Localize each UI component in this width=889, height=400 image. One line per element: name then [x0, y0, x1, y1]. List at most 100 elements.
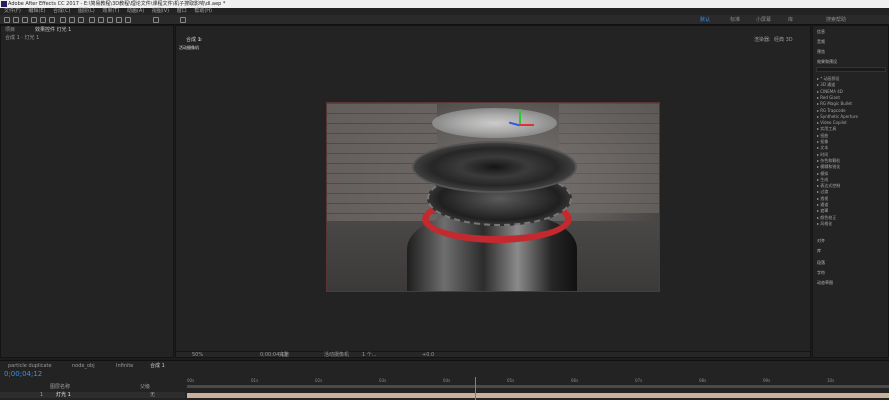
workspace-library[interactable]: 库 — [788, 17, 793, 23]
effect-category-item[interactable]: ▸ 抠像 — [817, 139, 828, 144]
workspace-standard[interactable]: 标准 — [730, 17, 740, 23]
work-area-bar[interactable] — [187, 385, 889, 388]
column-layer-name: 图层名称 — [50, 384, 71, 390]
puppet-tool-icon[interactable] — [125, 17, 131, 23]
section-effects-presets[interactable]: 效果和预设 — [817, 59, 837, 64]
ruler-tick-label: 04s — [443, 378, 451, 383]
type-tool-icon[interactable] — [78, 17, 84, 23]
effect-category-item[interactable]: ▸ 颜色校正 — [817, 215, 836, 220]
effect-category-item[interactable]: ▸ 通道 — [817, 202, 828, 207]
effect-category-item[interactable]: ▸ 生成 — [817, 177, 828, 182]
gizmo-y-axis[interactable] — [519, 109, 521, 125]
timeline-tab-particle[interactable]: particle duplicate — [8, 363, 52, 369]
effect-category-item[interactable]: ▸ Red Giant — [817, 95, 840, 100]
effect-category-item[interactable]: ▸ Synthetic Aperture — [817, 114, 858, 119]
effect-category-item[interactable]: ▸ 遮罩 — [817, 208, 828, 213]
workspace-default[interactable]: 默认 — [700, 17, 710, 23]
timeline-tab-infinite[interactable]: Infinite — [116, 363, 133, 369]
resolution-dropdown[interactable]: 完整 — [279, 352, 289, 358]
layer-row[interactable]: 1 灯光 1 无 — [0, 392, 185, 398]
effect-category-item[interactable]: ▸ RG Magic Bullet — [817, 101, 852, 106]
menu-edit[interactable]: 编辑(E) — [28, 8, 45, 14]
effect-category-item[interactable]: ▸ 风格化 — [817, 221, 832, 226]
selection-tool-icon[interactable] — [4, 17, 10, 23]
section-preview[interactable]: 预览 — [817, 49, 825, 54]
layer-column-header: 图层名称 父级 — [0, 384, 185, 390]
section-info[interactable]: 信息 — [817, 29, 825, 34]
ruler-tick-label: 10s — [827, 378, 835, 383]
menu-view[interactable]: 视图(V) — [152, 8, 169, 14]
active-camera-label: 活动摄像机 — [179, 45, 199, 50]
exposure-value[interactable]: +0.0 — [422, 352, 434, 358]
tab-effect-controls[interactable]: 效果控件 灯光 1 — [35, 27, 71, 33]
panel-paragraph[interactable]: 段落 — [817, 260, 825, 265]
ruler-tick-label: 00s — [187, 378, 195, 383]
timeline-tab-comp[interactable]: 合成 1 — [150, 363, 165, 369]
menu-window[interactable]: 窗口 — [177, 8, 187, 14]
menu-file[interactable]: 文件(F) — [4, 8, 21, 14]
gizmo-x-axis[interactable] — [520, 124, 534, 126]
search-help-input[interactable]: 搜索帮助 — [826, 17, 846, 23]
renderer-value[interactable]: 经典 3D — [774, 37, 793, 43]
layer-duration-bar[interactable] — [187, 393, 889, 398]
viewer-tab-menu[interactable]: ≡ — [198, 37, 202, 43]
ruler-tick-label: 01s — [251, 378, 259, 383]
effect-category-item[interactable]: ▸ 文本 — [817, 145, 828, 150]
light-disc — [432, 108, 557, 138]
snapping-icon[interactable] — [153, 17, 159, 23]
effect-category-item[interactable]: ▸ 模糊和锐化 — [817, 164, 840, 169]
views-dropdown[interactable]: 1 个... — [362, 352, 377, 358]
camera-dropdown[interactable]: 活动摄像机 — [324, 352, 349, 358]
project-panel: 项目 效果控件 灯光 1 合成 1 · 灯光 1 — [0, 25, 174, 358]
workspace-small-screen[interactable]: 小屏幕 — [756, 17, 771, 23]
effect-category-item[interactable]: ▸ 过渡 — [817, 189, 828, 194]
layer-name[interactable]: 灯光 1 — [56, 392, 71, 398]
menu-effect[interactable]: 效果(T) — [102, 8, 119, 14]
menu-animation[interactable]: 动画(A) — [127, 8, 144, 14]
ruler-tick-label: 02s — [315, 378, 323, 383]
effect-category-item[interactable]: ▸ 时间 — [817, 152, 828, 157]
brush-tool-icon[interactable] — [89, 17, 95, 23]
effects-search-input[interactable] — [816, 67, 886, 72]
zoom-dropdown[interactable]: 50% — [192, 352, 203, 358]
brick-wall-right — [559, 103, 659, 213]
pan-behind-tool-icon[interactable] — [49, 17, 55, 23]
layer-parent[interactable]: 无 — [150, 392, 155, 398]
menu-help[interactable]: 帮助(H) — [194, 8, 212, 14]
panel-library[interactable]: 库 — [817, 248, 821, 253]
effect-category-item[interactable]: ▸ 扭曲 — [817, 133, 828, 138]
section-audio[interactable]: 音频 — [817, 39, 825, 44]
pen-tool-icon[interactable] — [69, 17, 75, 23]
ruler-tick-label: 07s — [635, 378, 643, 383]
shape-tool-icon[interactable] — [60, 17, 66, 23]
playhead[interactable] — [475, 377, 476, 400]
effect-category-item[interactable]: ▸ 3D 通道 — [817, 82, 835, 87]
local-axis-icon[interactable] — [180, 17, 186, 23]
panel-character[interactable]: 字符 — [817, 270, 825, 275]
effect-category-item[interactable]: ▸ 实用工具 — [817, 126, 836, 131]
render-frame[interactable] — [326, 102, 660, 292]
effect-category-item[interactable]: ▸ Video Copilot — [817, 120, 847, 125]
menu-layer[interactable]: 图层(L) — [78, 8, 95, 14]
camera-tool-icon[interactable] — [40, 17, 46, 23]
effect-category-item[interactable]: ▸ 透视 — [817, 196, 828, 201]
timeline-timecode[interactable]: 0;00;04;12 — [4, 371, 42, 378]
effect-category-item[interactable]: ▸ * 动画预设 — [817, 76, 840, 81]
rotate-tool-icon[interactable] — [31, 17, 37, 23]
roto-brush-tool-icon[interactable] — [116, 17, 122, 23]
hand-tool-icon[interactable] — [13, 17, 19, 23]
menu-composition[interactable]: 合成(C) — [53, 8, 70, 14]
effect-category-item[interactable]: ▸ RG Trapcode — [817, 108, 846, 113]
zoom-tool-icon[interactable] — [22, 17, 28, 23]
effect-category-item[interactable]: ▸ 模拟 — [817, 171, 828, 176]
effect-category-item[interactable]: ▸ CINEMA 4D — [817, 89, 843, 94]
panel-align[interactable]: 对齐 — [817, 238, 825, 243]
effect-category-item[interactable]: ▸ 杂色和颗粒 — [817, 158, 840, 163]
clone-stamp-tool-icon[interactable] — [98, 17, 104, 23]
panel-motion-sketch[interactable]: 动态草图 — [817, 280, 833, 285]
timeline-tab-node[interactable]: node_obj — [72, 363, 95, 369]
effect-category-item[interactable]: ▸ 表达式控制 — [817, 183, 840, 188]
renderer-label: 渲染器: — [754, 37, 771, 43]
eraser-tool-icon[interactable] — [107, 17, 113, 23]
tab-project[interactable]: 项目 — [5, 27, 15, 33]
